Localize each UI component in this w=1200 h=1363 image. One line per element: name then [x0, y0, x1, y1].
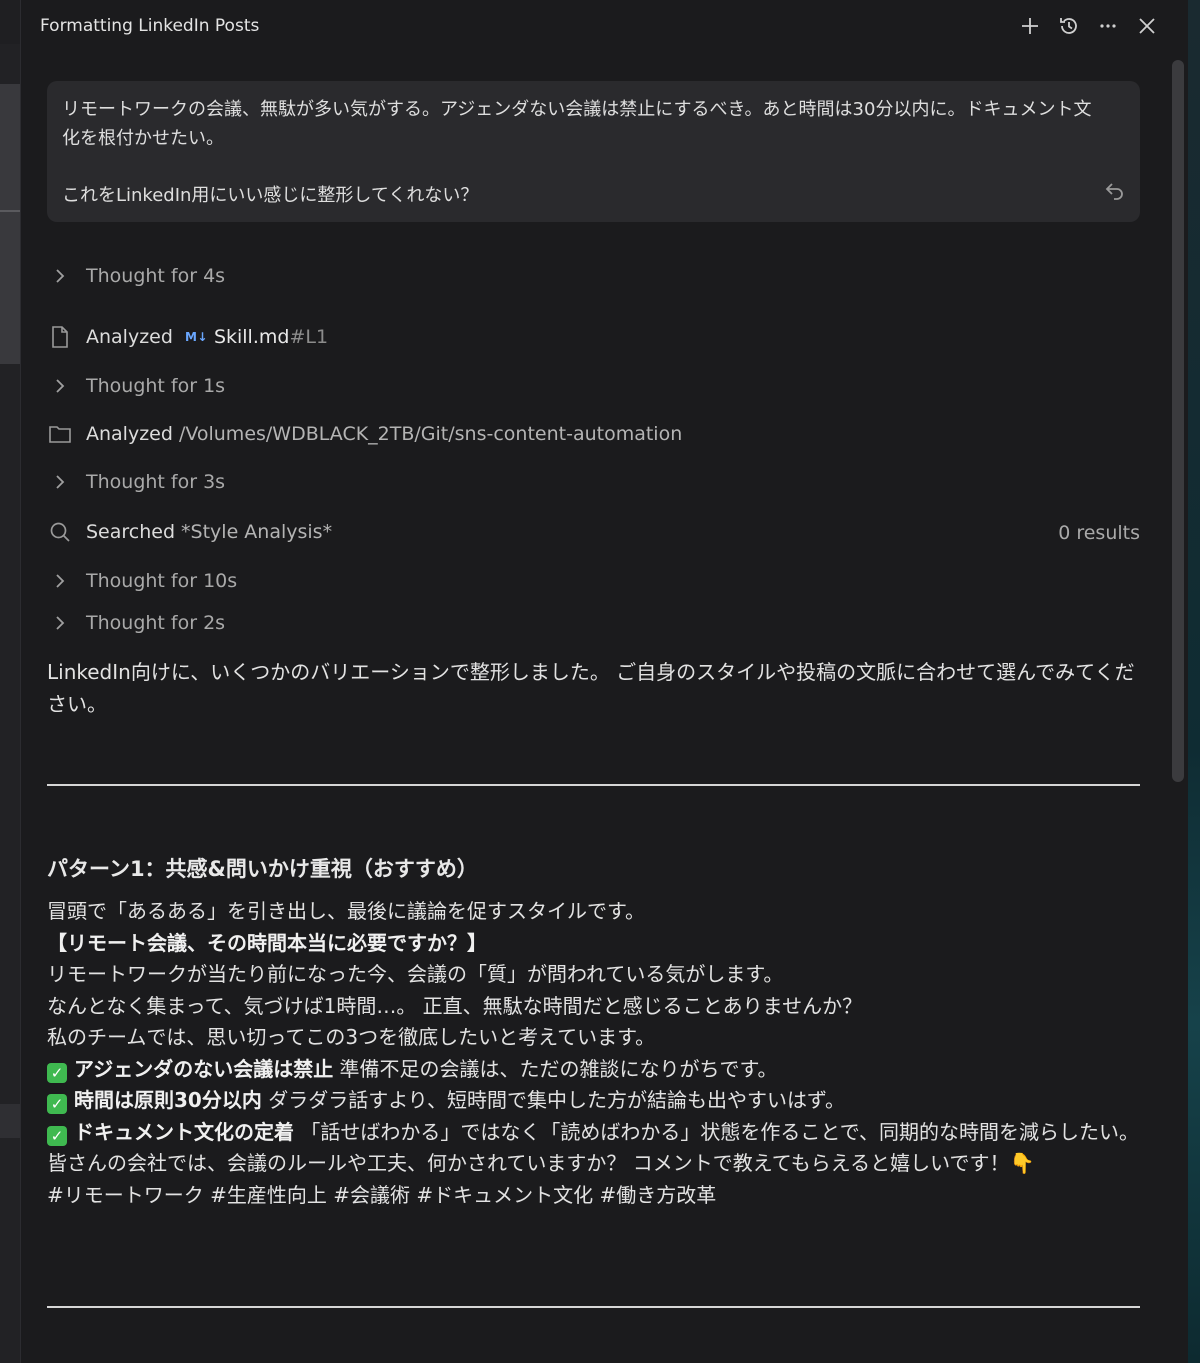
checklist-item-text: 準備不足の会議は、ただの雑談になりがちです。 [333, 1056, 778, 1081]
post-title: 【リモート会議、その時間本当に必要ですか？】 [47, 930, 487, 955]
analyzed-file-step[interactable]: Analyzed M↓ Skill.md #L1 [47, 324, 328, 350]
search-query: *Style Analysis* [181, 521, 333, 543]
thought-label: Thought for 1s [86, 375, 226, 397]
checklist-item-text: 「話せばわかる」ではなく「読めばわかる」状態を作ることで、同期的な時間を減らした… [294, 1119, 1139, 1144]
chevron-right-icon [47, 568, 73, 594]
thought-label: Thought for 2s [86, 612, 226, 634]
history-icon[interactable] [1057, 14, 1081, 38]
check-mark-icon: ✓ [47, 1062, 67, 1083]
post-hashtags: #リモートワーク #生産性向上 #会議術 #ドキュメント文化 #働き方改革 [47, 1182, 717, 1207]
plus-icon[interactable] [1018, 14, 1042, 38]
markdown-icon: M↓ [184, 330, 208, 344]
checklist-item-title: アジェンダのない会議は禁止 [74, 1056, 334, 1081]
thought-label: Thought for 4s [86, 265, 226, 287]
user-message[interactable]: リモートワークの会議、無駄が多い気がする。アジェンダない会議は禁止にするべき。あ… [47, 81, 1140, 222]
revert-icon[interactable] [1104, 179, 1126, 201]
thought-step-4[interactable]: Thought for 10s [47, 568, 237, 594]
chevron-right-icon [47, 610, 73, 636]
close-icon[interactable] [1135, 14, 1159, 38]
chevron-right-icon [47, 469, 73, 495]
divider [47, 784, 1140, 786]
chevron-right-icon [47, 263, 73, 289]
pattern1-heading: パターン1：共感&問いかけ重視（おすすめ） [47, 857, 478, 881]
thought-label: Thought for 3s [86, 471, 226, 493]
search-icon [47, 519, 73, 545]
thought-step-2[interactable]: Thought for 1s [47, 373, 225, 399]
analyzed-folder-step[interactable]: Analyzed /Volumes/WDBLACK_2TB/Git/sns-co… [47, 421, 682, 447]
left-editor-strip [0, 0, 21, 1363]
thought-step-1[interactable]: Thought for 4s [47, 263, 225, 289]
user-message-line2: これをLinkedIn用にいい感じに整形してくれない？ [62, 185, 479, 206]
post-closing: 皆さんの会社では、会議のルールや工夫、何かされていますか？ コメントで教えてもら… [47, 1151, 1035, 1175]
checklist-item: ✓ アジェンダのない会議は禁止 準備不足の会議は、ただの雑談になりがちです。 [47, 1054, 1140, 1086]
folder-path[interactable]: /Volumes/WDBLACK_2TB/Git/sns-content-aut… [179, 423, 682, 445]
check-mark-icon: ✓ [47, 1125, 67, 1146]
thought-step-5[interactable]: Thought for 2s [47, 610, 225, 636]
search-results-count: 0 results [1058, 522, 1140, 544]
checklist-item-text: ダラダラ話すより、短時間で集中した方が結論も出やすいはず。 [261, 1088, 846, 1112]
pattern1-body: 冒頭で「あるある」を引き出し、最後に議論を促すスタイルです。 【リモート会議、そ… [47, 896, 1140, 1211]
chevron-right-icon [47, 373, 73, 399]
panel-title: Formatting LinkedIn Posts [40, 16, 260, 36]
user-message-line1: リモートワークの会議、無駄が多い気がする。アジェンダない会議は禁止にするべき。あ… [62, 99, 1092, 149]
file-icon [47, 324, 73, 350]
right-editor-strip [1188, 0, 1200, 1363]
step-verb: Analyzed [86, 326, 173, 348]
more-icon[interactable] [1096, 14, 1120, 38]
file-anchor: #L1 [289, 326, 329, 348]
scrollbar-thumb[interactable] [1172, 60, 1184, 782]
post-line: 私のチームでは、思い切ってこの3つを徹底したいと考えています。 [47, 1025, 656, 1049]
pattern1-desc: 冒頭で「あるある」を引き出し、最後に議論を促すスタイルです。 [47, 899, 645, 923]
file-name[interactable]: Skill.md [214, 326, 290, 348]
step-verb: Analyzed [86, 423, 173, 445]
thought-step-3[interactable]: Thought for 3s [47, 469, 225, 495]
checklist-item-title: 時間は原則30分以内 [74, 1088, 262, 1112]
post-line: リモートワークが当たり前になった今、会議の「質」が問われている気がします。 [47, 962, 784, 986]
searched-step[interactable]: Searched *Style Analysis* [47, 519, 332, 545]
divider [47, 1306, 1140, 1308]
check-mark-icon: ✓ [47, 1094, 67, 1114]
post-line: なんとなく集まって、気づけば1時間…。 正直、無駄な時間だと感じることありません… [47, 993, 863, 1018]
answer-intro: LinkedIn向けに、いくつかのバリエーションで整形しました。 ご自身のスタイ… [47, 660, 1135, 716]
chat-panel: Formatting LinkedIn Posts リモートワークの会議、無駄が… [21, 0, 1188, 1363]
thought-label: Thought for 10s [86, 570, 238, 592]
checklist-item: ✓ 時間は原則30分以内 ダラダラ話すより、短時間で集中した方が結論も出やすいはず… [47, 1085, 1140, 1117]
folder-icon [47, 421, 73, 447]
checklist-item: ✓ ドキュメント文化の定着 「話せばわかる」ではなく「読めばわかる」状態を作ること… [47, 1117, 1140, 1149]
checklist-item-title: ドキュメント文化の定着 [74, 1119, 294, 1144]
panel-titlebar: Formatting LinkedIn Posts [21, 0, 1188, 52]
step-verb: Searched [86, 521, 176, 543]
